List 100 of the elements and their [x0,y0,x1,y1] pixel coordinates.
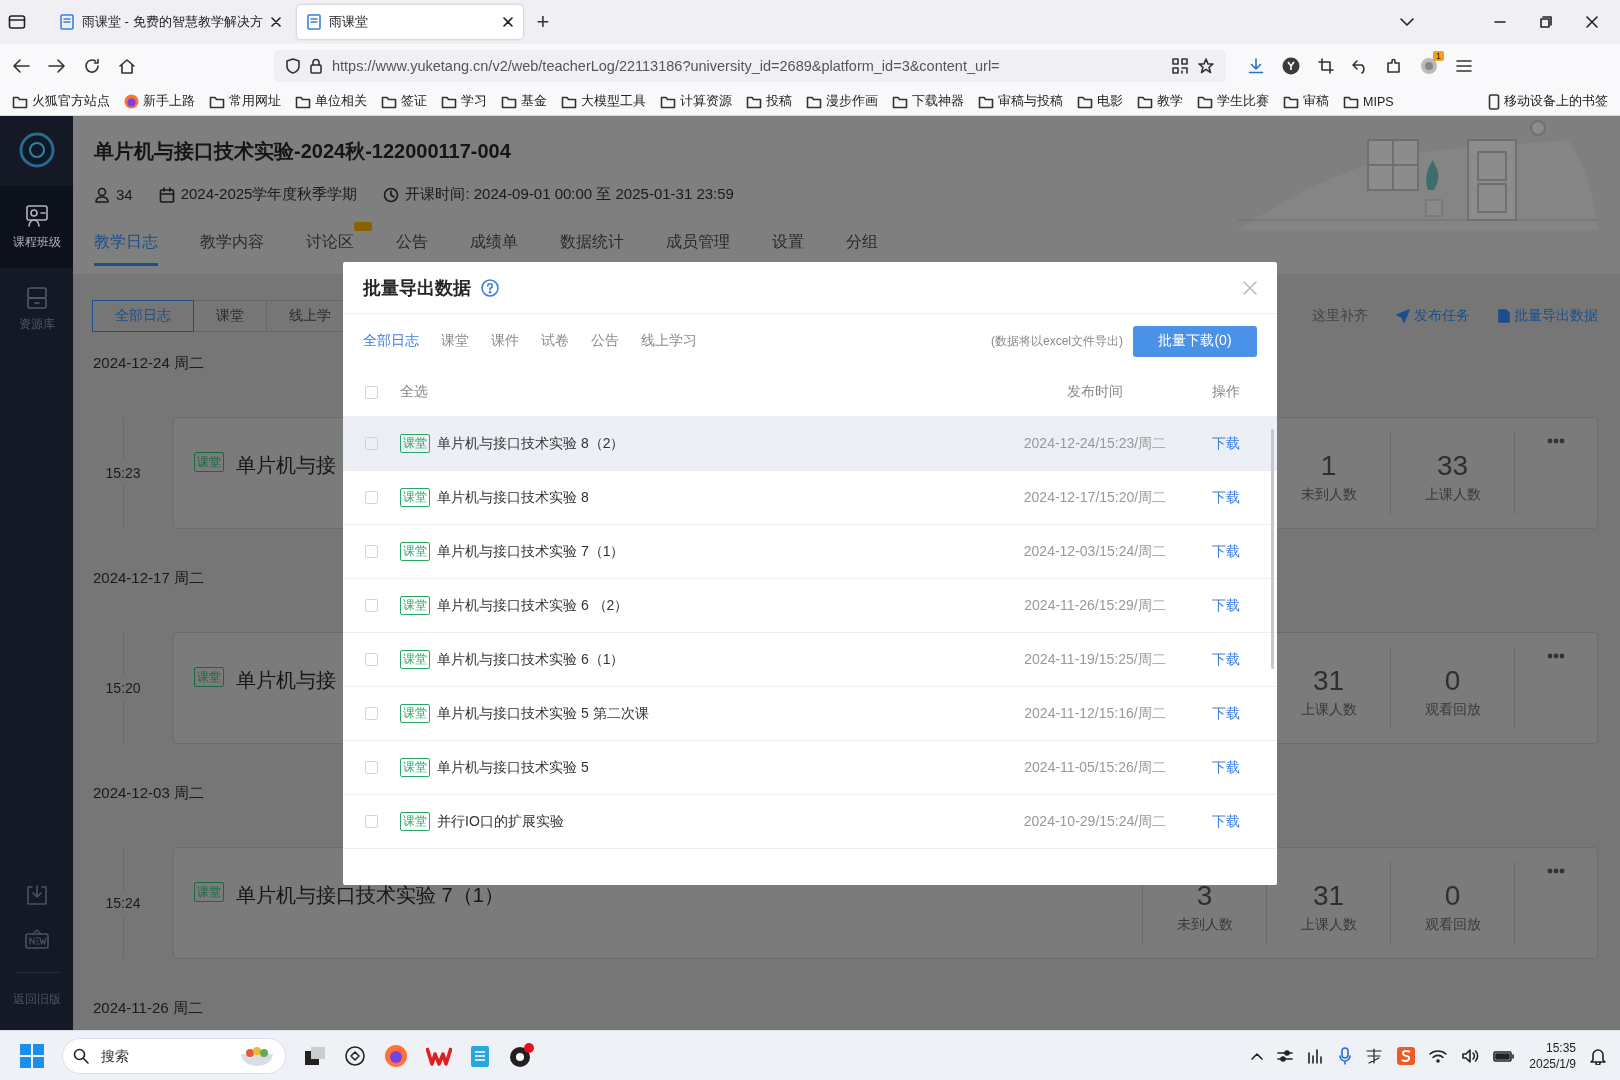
taskbar-search[interactable]: 搜索 [62,1037,286,1074]
table-row[interactable]: 课堂 单片机与接口技术实验 5 第二次课 2024-11-12/15:16/周二 下载 [343,687,1277,741]
restore-icon[interactable] [1540,16,1552,28]
folder-icon[interactable] [746,94,762,109]
checkbox[interactable] [365,599,378,612]
folder-icon[interactable] [501,94,517,109]
checkbox[interactable] [365,437,378,450]
close-icon[interactable] [502,17,513,27]
table-row[interactable]: 课堂 单片机与接口技术实验 5 2024-11-05/15:26/周二 下载 [343,741,1277,795]
bookmark[interactable]: 电影 [1077,93,1123,110]
bookmark[interactable]: 常用网址 [209,93,281,110]
extension-icon[interactable] [1420,57,1438,75]
table-row[interactable]: 课堂 单片机与接口技术实验 8（2） 2024-12-24/15:23/周二 下载 [343,417,1277,471]
nav-tab[interactable]: 数据统计 [560,232,624,266]
menu-icon[interactable] [1456,59,1472,73]
nav-tab[interactable]: 成员管理 [666,232,730,266]
close-icon[interactable] [1586,16,1598,28]
record-icon[interactable] [508,1042,534,1069]
chevron-up-icon[interactable] [1251,1051,1264,1060]
nav-tab[interactable]: 成绩单 [470,232,518,266]
bookmark[interactable]: MIPS [1343,94,1394,109]
folder-icon[interactable] [978,94,994,109]
close-icon[interactable] [270,17,281,27]
globe-icon[interactable] [124,94,139,109]
search-field[interactable]: 搜索 [99,1046,229,1065]
sliders-icon[interactable] [1277,1048,1294,1063]
download-link[interactable]: 下载 [1195,758,1257,777]
download-link[interactable]: 下载 [1195,434,1257,453]
speaker-icon[interactable] [1461,1047,1480,1064]
bookmark[interactable]: 投稿 [746,93,792,110]
battery-icon[interactable] [1493,1048,1516,1063]
dialog-tab[interactable]: 课件 [491,332,519,350]
dialog-tab[interactable]: 公告 [591,332,619,350]
nav-tab[interactable]: 公告 [396,232,428,266]
nav-tab[interactable]: 设置 [772,232,804,266]
undo-icon[interactable] [1352,58,1368,74]
mobile-bookmarks[interactable]: 移动设备上的书签 [1488,93,1608,110]
bookmark[interactable]: 学习 [441,93,487,110]
folder-icon[interactable] [660,94,676,109]
dialog-tab[interactable]: 线上学习 [641,332,697,350]
folder-icon[interactable] [806,94,822,109]
folder-icon[interactable] [1137,94,1153,109]
bookmark[interactable]: 大模型工具 [561,93,646,110]
forward-icon[interactable] [48,58,66,74]
bookmark[interactable]: 审稿与投稿 [978,93,1063,110]
folder-icon[interactable] [892,94,908,109]
folder-icon[interactable] [381,94,397,109]
nav-tab[interactable]: 教学内容 [200,232,264,266]
microphone-icon[interactable] [1339,1046,1352,1065]
browser-tab[interactable]: 雨课堂 - 免费的智慧教学解决方 [50,5,291,39]
star-icon[interactable] [1198,58,1214,74]
nav-tab[interactable]: 讨论区 [306,232,354,266]
sidebar-item[interactable]: 课程班级 [0,186,73,268]
bookmark[interactable]: 审稿 [1283,93,1329,110]
checkbox[interactable] [365,491,378,504]
home-icon[interactable] [118,58,136,74]
checkbox[interactable] [365,653,378,666]
bookmark[interactable]: 计算资源 [660,93,732,110]
bookmark[interactable]: 新手上路 [124,93,195,110]
download-link[interactable]: 下载 [1195,650,1257,669]
download-link[interactable]: 下载 [1195,488,1257,507]
more-icon[interactable] [1547,438,1565,444]
folder-icon[interactable] [561,94,577,109]
qr-code-icon[interactable] [1172,58,1188,74]
profile-icon[interactable] [1282,57,1300,75]
folder-icon[interactable] [1343,94,1359,109]
bookmark[interactable]: 签证 [381,93,427,110]
checkbox[interactable] [365,545,378,558]
crop-icon[interactable] [1318,58,1334,74]
bookmark[interactable]: 教学 [1137,93,1183,110]
bookmark[interactable]: 下载神器 [892,93,964,110]
bookmark[interactable]: 单位相关 [295,93,367,110]
start-icon[interactable] [20,1043,44,1068]
download-link[interactable]: 下载 [1195,596,1257,615]
dialog-tab[interactable]: 全部日志 [363,332,419,350]
office-icon[interactable] [426,1045,452,1066]
chevron-down-icon[interactable] [1400,17,1414,27]
download-icon[interactable] [1248,58,1264,74]
folder-icon[interactable] [295,94,311,109]
folder-icon[interactable] [209,94,225,109]
browser-icon[interactable] [384,1043,408,1068]
bell-icon[interactable] [1590,1046,1606,1065]
checkbox[interactable] [365,707,378,720]
folder-icon[interactable] [12,94,28,109]
more-icon[interactable] [1547,868,1565,874]
folder-icon[interactable] [441,94,457,109]
folder-icon[interactable] [1197,94,1213,109]
nav-tab[interactable]: 分组 [846,232,878,266]
puzzle-icon[interactable] [1386,58,1402,74]
bookmark[interactable]: 基金 [501,93,547,110]
reload-icon[interactable] [84,58,100,74]
table-row[interactable]: 课堂 单片机与接口技术实验 6（1） 2024-11-19/15:25/周二 下载 [343,633,1277,687]
help-icon[interactable] [481,278,499,297]
checkbox[interactable] [365,815,378,828]
scrollbar[interactable] [1271,429,1274,669]
new-tab-button[interactable]: + [528,9,558,35]
folder-icon[interactable] [1077,94,1093,109]
more-icon[interactable] [1547,653,1565,659]
download-link[interactable]: 下载 [1195,812,1257,831]
address-bar[interactable]: https://www.yuketang.cn/v2/web/teacherLog/22113186?university_id=2689&platform_id=3&content_url= [274,50,1226,82]
